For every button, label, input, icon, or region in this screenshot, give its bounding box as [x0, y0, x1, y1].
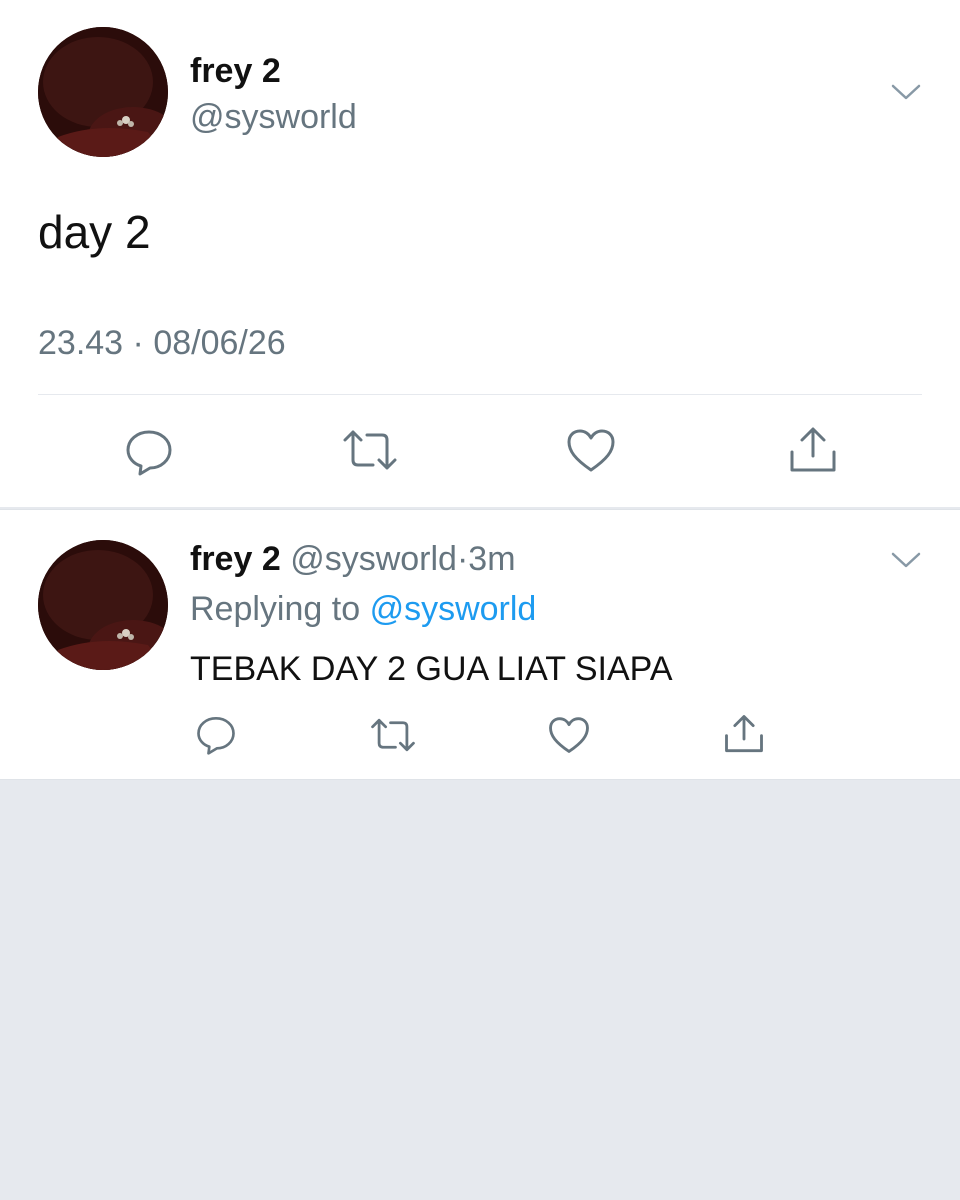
replying-to-label: Replying to	[190, 590, 361, 628]
author-name[interactable]: frey 2	[190, 540, 281, 578]
retweet-icon[interactable]	[369, 717, 417, 753]
avatar[interactable]	[38, 540, 168, 670]
reply-tweet[interactable]: frey 2 @sysworld·3m Replying to @sysworl…	[0, 509, 960, 780]
divider	[38, 394, 922, 395]
share-icon[interactable]	[788, 426, 838, 474]
share-icon[interactable]	[723, 714, 765, 754]
chevron-down-icon[interactable]	[890, 548, 922, 570]
tweet-timestamp[interactable]: 23.43 · 08/06/26	[38, 324, 286, 362]
timestamp-separator: ·	[132, 324, 144, 362]
tweet-time: 23.43	[38, 324, 124, 362]
reply-icon[interactable]	[124, 428, 174, 476]
reply-age[interactable]: 3m	[468, 540, 515, 578]
replying-to: Replying to @sysworld	[190, 590, 536, 628]
like-icon[interactable]	[566, 428, 616, 474]
author-name[interactable]: frey 2	[190, 52, 281, 90]
main-tweet: frey 2 @sysworld day 2 23.43 · 08/06/26	[0, 0, 960, 507]
author-handle[interactable]: @sysworld	[190, 98, 357, 136]
reply-header: frey 2 @sysworld·3m	[190, 540, 516, 578]
header-dot: ·	[456, 540, 469, 578]
avatar[interactable]	[38, 27, 168, 157]
reply-text: TEBAK DAY 2 GUA LIAT SIAPA	[190, 650, 673, 688]
author-handle[interactable]: @sysworld	[290, 540, 457, 578]
like-icon[interactable]	[548, 716, 590, 755]
tweet-date: 08/06/26	[153, 324, 286, 362]
empty-timeline-area	[0, 780, 960, 1200]
tweet-text: day 2	[38, 206, 151, 258]
chevron-down-icon[interactable]	[890, 80, 922, 102]
retweet-icon[interactable]	[341, 428, 399, 472]
replying-to-handle[interactable]: @sysworld	[370, 590, 537, 628]
reply-icon[interactable]	[195, 715, 237, 755]
